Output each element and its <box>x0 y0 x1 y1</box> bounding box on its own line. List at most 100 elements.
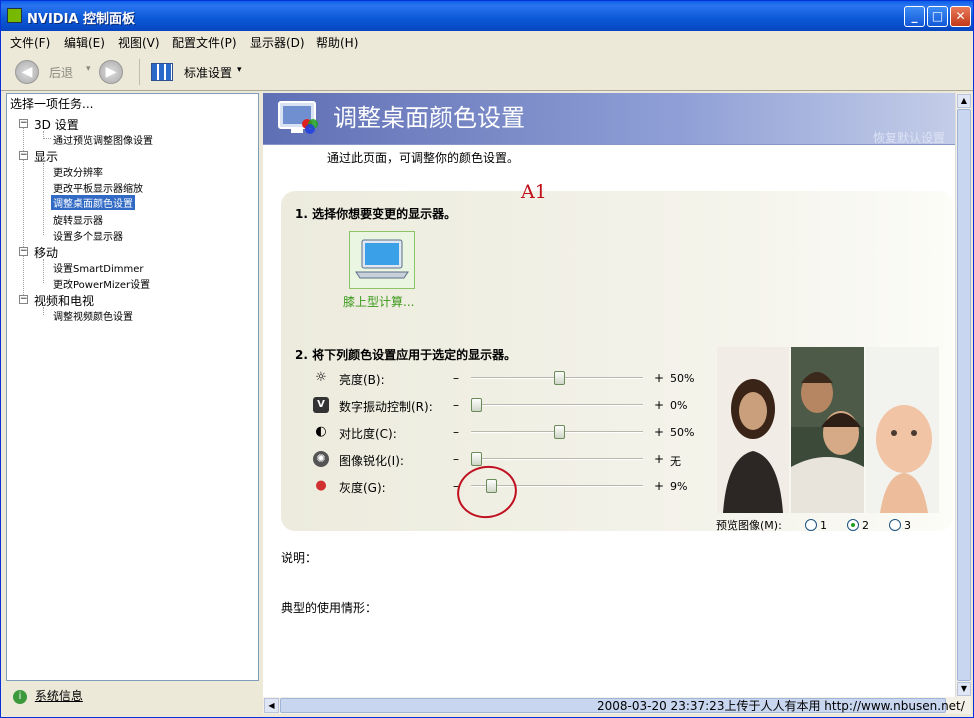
slider-minus: – <box>453 398 459 412</box>
laptop-icon <box>355 239 409 279</box>
sharpen-icon: ✺ <box>313 451 329 467</box>
slider-label: 亮度(B): <box>339 373 385 387</box>
tree-item-resolution[interactable]: 更改分辨率 <box>53 164 103 179</box>
menu-file[interactable]: 文件(F) <box>10 34 50 51</box>
scroll-up-icon[interactable]: ▲ <box>957 94 971 108</box>
tree-guide <box>43 163 44 235</box>
tree-item-rotate[interactable]: 旋转显示器 <box>53 212 103 227</box>
view-mode-label[interactable]: 标准设置 <box>184 64 232 81</box>
slider-thumb[interactable] <box>471 452 482 466</box>
menu-bar: 文件(F) 编辑(E) 视图(V) 配置文件(P) 显示器(D) 帮助(H) <box>1 31 973 51</box>
tree-item-multi-display[interactable]: 设置多个显示器 <box>53 228 123 243</box>
task-panel: 选择一项任务... − 3D 设置 通过预览调整图像设置 − 显示 更改分辨率 … <box>6 93 259 681</box>
slider-plus: + <box>654 479 665 493</box>
tree-item-preview-image[interactable]: 通过预览调整图像设置 <box>53 132 153 147</box>
slider-minus: – <box>453 371 459 385</box>
brightness-icon: ☼ <box>315 370 327 385</box>
restore-defaults-link[interactable]: 恢复默认设置 <box>873 129 945 146</box>
slider-value: 0% <box>670 399 688 412</box>
collapse-icon[interactable]: − <box>19 247 28 256</box>
view-grid-icon[interactable] <box>151 63 173 81</box>
tree-guide <box>43 307 44 315</box>
tree-item-smartdimmer[interactable]: 设置SmartDimmer <box>53 260 143 275</box>
slider-track[interactable] <box>471 452 643 466</box>
tree-group-mobile[interactable]: 移动 <box>34 244 58 261</box>
collapse-icon[interactable]: − <box>19 295 28 304</box>
preview-radio-2[interactable] <box>847 519 859 531</box>
toolbar-separator <box>139 59 140 85</box>
preview-radio-3-label: 3 <box>904 519 911 532</box>
usage-heading: 典型的使用情形： <box>281 601 378 615</box>
slider-minus: – <box>453 452 459 466</box>
back-label[interactable]: 后退 <box>49 64 73 81</box>
tree-item-video-color[interactable]: 调整视频颜色设置 <box>53 308 133 323</box>
preview-photo-couple <box>791 347 864 513</box>
menu-help[interactable]: 帮助(H) <box>316 34 358 51</box>
step-1-heading: 1. 选择你想要变更的显示器。 <box>295 207 457 221</box>
title-bar[interactable]: NVIDIA 控制面板 _ □ ✕ <box>1 1 973 31</box>
slider-thumb[interactable] <box>554 371 565 385</box>
menu-view[interactable]: 视图(V) <box>118 34 160 51</box>
tree-guide <box>43 259 44 283</box>
forward-arrow-icon[interactable]: ▶ <box>99 60 123 84</box>
scroll-left-icon[interactable]: ◀ <box>264 698 279 713</box>
maximize-button[interactable]: □ <box>927 6 948 27</box>
back-arrow-icon[interactable]: ◀ <box>15 60 39 84</box>
collapse-icon[interactable]: − <box>19 119 28 128</box>
tree-item-desktop-color[interactable]: 调整桌面颜色设置 <box>51 195 135 210</box>
toolbar: ◀ 后退 ▾ ▶ 标准设置 ▾ <box>1 53 973 91</box>
slider-value: 9% <box>670 480 688 493</box>
slider-track[interactable] <box>471 425 643 439</box>
tree-item-powermizer[interactable]: 更改PowerMizer设置 <box>53 276 150 291</box>
close-button[interactable]: ✕ <box>950 6 971 27</box>
slider-plus: + <box>654 398 665 412</box>
tree-item-flat-panel-scaling[interactable]: 更改平板显示器缩放 <box>53 180 143 195</box>
task-panel-header: 选择一项任务... <box>10 97 94 111</box>
preview-photo-baby <box>866 347 939 513</box>
tree-group-display[interactable]: 显示 <box>34 148 58 165</box>
slider-minus: – <box>453 425 459 439</box>
page-banner: 调整桌面颜色设置 恢复默认设置 <box>263 93 955 145</box>
menu-profile[interactable]: 配置文件(P) <box>172 34 237 51</box>
slider-track[interactable] <box>471 398 643 412</box>
slider-thumb[interactable] <box>471 398 482 412</box>
display-laptop[interactable] <box>349 231 415 289</box>
nvidia-app-icon <box>7 8 22 23</box>
preview-radio-3[interactable] <box>889 519 901 531</box>
slider-label: 灰度(G): <box>339 481 386 495</box>
slider-label: 图像锐化(I): <box>339 454 404 468</box>
scroll-down-icon[interactable]: ▼ <box>957 682 971 696</box>
menu-edit[interactable]: 编辑(E) <box>64 34 105 51</box>
tree-guide <box>43 138 51 139</box>
menu-display[interactable]: 显示器(D) <box>250 34 305 51</box>
back-dropdown-icon[interactable]: ▾ <box>86 64 91 74</box>
content-pane: 调整桌面颜色设置 恢复默认设置 通过此页面，可调整你的颜色设置。 A1 1. 选… <box>263 93 971 697</box>
gamma-icon: ● <box>315 478 327 493</box>
tree-group-3d[interactable]: 3D 设置 <box>34 116 79 133</box>
info-icon: i <box>13 689 27 704</box>
slider-label: 对比度(C): <box>339 427 397 441</box>
step-2-heading: 2. 将下列颜色设置应用于选定的显示器。 <box>295 348 517 362</box>
view-dropdown-icon[interactable]: ▾ <box>237 65 242 75</box>
upload-watermark: 2008-03-20 23:37:23上传于人人有本用 http://www.n… <box>597 699 965 713</box>
annotation-label: A1 <box>521 181 547 203</box>
collapse-icon[interactable]: − <box>19 151 28 160</box>
slider-thumb[interactable] <box>554 425 565 439</box>
scroll-thumb[interactable] <box>957 109 971 681</box>
system-info-link[interactable]: i 系统信息 <box>13 687 83 704</box>
display-label[interactable]: 膝上型计算... <box>343 293 414 310</box>
slider-plus: + <box>654 452 665 466</box>
preview-images <box>717 347 939 513</box>
slider-track[interactable] <box>471 371 643 385</box>
slider-label: 数字振动控制(R): <box>339 400 433 414</box>
slider-value: 50% <box>670 426 695 439</box>
vibrance-icon: V <box>313 397 329 413</box>
minimize-button[interactable]: _ <box>904 6 925 27</box>
vertical-scrollbar[interactable]: ▲ ▼ <box>955 93 971 697</box>
preview-radio-1-label: 1 <box>820 519 827 532</box>
preview-radio-1[interactable] <box>805 519 817 531</box>
app-window: NVIDIA 控制面板 _ □ ✕ 文件(F) 编辑(E) 视图(V) 配置文件… <box>0 0 974 718</box>
slider-value: 50% <box>670 372 695 385</box>
description-heading: 说明： <box>281 551 318 565</box>
system-info-label[interactable]: 系统信息 <box>35 689 83 703</box>
